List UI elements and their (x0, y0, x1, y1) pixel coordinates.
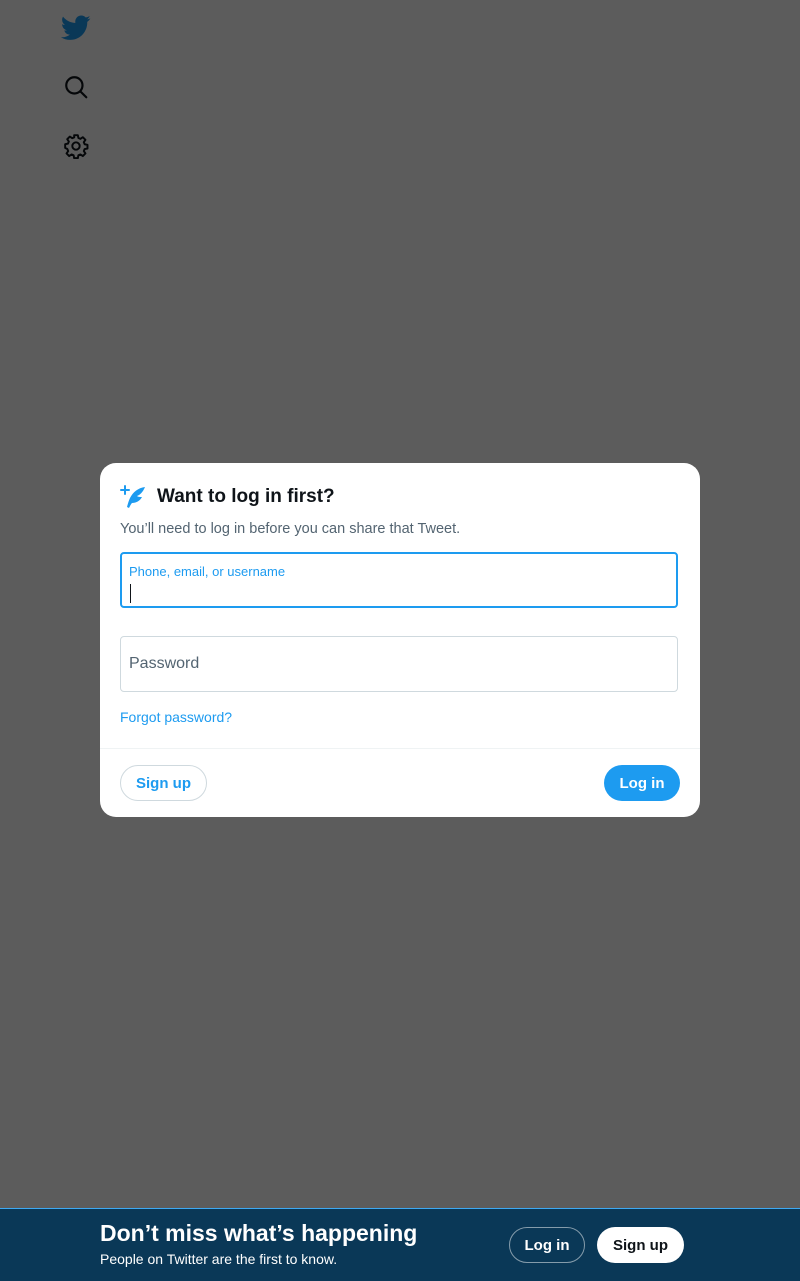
bottom-login-button[interactable]: Log in (509, 1227, 585, 1263)
modal-description: You’ll need to log in before you can sha… (120, 521, 461, 537)
bottom-signup-button[interactable]: Sign up (597, 1227, 684, 1263)
username-field[interactable]: Phone, email, or username (120, 552, 678, 608)
password-field-label: Password (129, 655, 200, 672)
promo-title: Don’t miss what’s happening (100, 1220, 418, 1246)
forgot-password-link[interactable]: Forgot password? (120, 709, 232, 725)
bottom-promo-bar: Don’t miss what’s happening People on Tw… (0, 1208, 800, 1281)
modal-header: Want to log in first? (120, 483, 680, 511)
modal-title: Want to log in first? (157, 486, 335, 507)
signup-button[interactable]: Sign up (120, 765, 207, 801)
username-field-label: Phone, email, or username (129, 564, 286, 579)
username-input[interactable] (130, 582, 668, 602)
modal-divider (100, 748, 700, 749)
promo-subtitle: People on Twitter are the first to know. (100, 1251, 338, 1267)
password-field[interactable]: Password (120, 636, 678, 692)
login-button[interactable]: Log in (604, 765, 680, 801)
login-modal: Want to log in first? You’ll need to log… (100, 463, 700, 817)
quill-sparkle-icon (120, 485, 145, 508)
